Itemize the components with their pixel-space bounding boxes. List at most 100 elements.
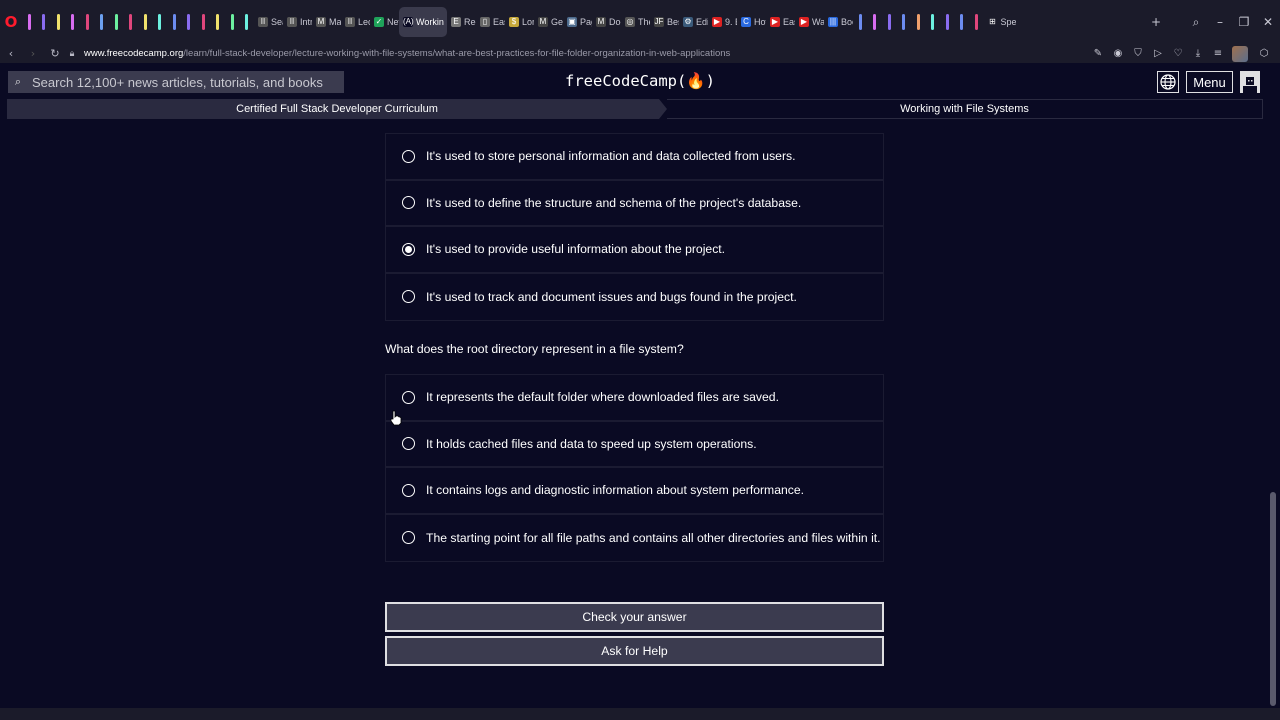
reload-icon[interactable]: ↻	[44, 47, 66, 60]
left-pinned-tab[interactable]	[240, 0, 255, 44]
pinned-tab-indicator-icon	[100, 14, 104, 30]
restore-icon[interactable]: ❐	[1232, 0, 1256, 44]
tab-favicon-icon: ⚙	[683, 17, 693, 27]
left-pinned-tab[interactable]	[153, 0, 168, 44]
right-pinned-tab[interactable]	[940, 0, 955, 44]
browser-tab[interactable]: JFBes	[650, 7, 679, 37]
extensions-icon[interactable]: ⬡	[1254, 44, 1274, 63]
answer-option[interactable]: The starting point for all file paths an…	[386, 514, 883, 561]
answer-option[interactable]: It's used to define the structure and sc…	[386, 180, 883, 227]
browser-tab[interactable]: (A) Workin	[399, 7, 447, 37]
heart-icon[interactable]: ♡	[1168, 44, 1188, 63]
play-icon[interactable]: ▷	[1148, 44, 1168, 63]
tab-label: Wa	[812, 17, 824, 27]
browser-tab[interactable]: ▯Eas	[476, 7, 505, 37]
left-pinned-tab[interactable]	[51, 0, 66, 44]
browser-tab[interactable]: ✓Nev	[370, 7, 399, 37]
browser-tab[interactable]: ⊞ Spe	[984, 7, 1015, 37]
browser-tab[interactable]: MMat	[312, 7, 341, 37]
search-input[interactable]	[32, 74, 332, 90]
radio-unchecked-icon[interactable]	[402, 437, 415, 451]
radio-unchecked-icon[interactable]	[402, 149, 415, 163]
pinned-tab-indicator-icon	[42, 14, 46, 30]
right-pinned-tab[interactable]	[969, 0, 984, 44]
profile-avatar[interactable]	[1232, 45, 1248, 62]
answer-option[interactable]: It's used to provide useful information …	[386, 227, 883, 274]
right-pinned-tab[interactable]	[882, 0, 897, 44]
breadcrumb-curriculum[interactable]: Certified Full Stack Developer Curriculu…	[7, 99, 667, 119]
scrollbar-thumb[interactable]	[1270, 492, 1276, 706]
answer-option[interactable]: It's used to store personal information …	[386, 134, 883, 181]
browser-tab[interactable]: MDoc	[592, 7, 621, 37]
left-pinned-tab[interactable]	[182, 0, 197, 44]
left-pinned-tab[interactable]	[66, 0, 81, 44]
tab-label: Eas	[493, 17, 505, 27]
new-tab-icon[interactable]: +	[1144, 0, 1168, 44]
tab-label: Get	[551, 17, 563, 27]
opera-logo-icon[interactable]: O	[0, 0, 22, 44]
ask-for-help-button[interactable]: Ask for Help	[385, 636, 884, 666]
browser-tab[interactable]: |||Boc	[824, 7, 853, 37]
left-pinned-tab[interactable]	[124, 0, 139, 44]
browser-tab[interactable]: CHov	[737, 7, 766, 37]
browser-tab[interactable]: ▶9. E	[708, 7, 737, 37]
left-pinned-tab[interactable]	[37, 0, 52, 44]
answer-option[interactable]: It contains logs and diagnostic informat…	[386, 468, 883, 515]
browser-tab[interactable]: ◎The	[621, 7, 650, 37]
left-pinned-tab[interactable]	[80, 0, 95, 44]
browser-tab[interactable]: II Intr	[283, 7, 312, 37]
answer-option[interactable]: It holds cached files and data to speed …	[386, 421, 883, 468]
answer-option[interactable]: It's used to track and document issues a…	[386, 273, 883, 320]
browser-tab[interactable]: $Lore	[505, 7, 534, 37]
tab-favicon-icon: ✓	[374, 17, 384, 27]
search-icon: ⌕	[14, 75, 22, 88]
shield-icon[interactable]: ⛉	[1128, 44, 1148, 63]
close-window-icon[interactable]: ✕	[1256, 0, 1280, 44]
right-pinned-tab[interactable]	[955, 0, 970, 44]
browser-tab[interactable]: ▶Eas	[766, 7, 795, 37]
search-bar[interactable]: ⌕	[8, 71, 344, 93]
right-pinned-tab[interactable]	[868, 0, 883, 44]
left-pinned-tab[interactable]	[138, 0, 153, 44]
check-answer-button[interactable]: Check your answer	[385, 602, 884, 632]
edit-icon[interactable]: ✎	[1088, 44, 1108, 63]
url-field[interactable]: www.freecodecamp.org/learn/full-stack-de…	[84, 48, 730, 59]
search-tabs-icon[interactable]: ⌕	[1184, 0, 1208, 44]
forward-icon[interactable]: ›	[22, 47, 44, 60]
browser-tab[interactable]: ▶ Wa	[795, 7, 824, 37]
minimize-icon[interactable]: –	[1208, 0, 1232, 44]
breadcrumb-block[interactable]: Working with File Systems	[667, 99, 1263, 119]
tab-label: The	[638, 17, 650, 27]
camera-icon[interactable]: ◉	[1108, 44, 1128, 63]
browser-tab[interactable]: ▣Pag	[563, 7, 592, 37]
left-pinned-tab[interactable]	[109, 0, 124, 44]
radio-unchecked-icon[interactable]	[402, 483, 415, 497]
radio-unchecked-icon[interactable]	[402, 290, 415, 304]
language-button[interactable]	[1157, 71, 1179, 93]
browser-tab[interactable]: IISea	[254, 7, 283, 37]
left-pinned-tab[interactable]	[196, 0, 211, 44]
left-pinned-tab[interactable]	[95, 0, 110, 44]
back-icon[interactable]: ‹	[0, 47, 22, 60]
right-pinned-tab[interactable]	[911, 0, 926, 44]
radio-unchecked-icon[interactable]	[402, 196, 415, 210]
right-pinned-tab[interactable]	[853, 0, 868, 44]
answer-option[interactable]: It represents the default folder where d…	[386, 375, 883, 422]
browser-tab[interactable]: MGet	[534, 7, 563, 37]
menu-lines-icon[interactable]: ≡	[1208, 44, 1228, 63]
left-pinned-tab[interactable]	[211, 0, 226, 44]
radio-unchecked-icon[interactable]	[402, 390, 415, 404]
user-avatar-button[interactable]	[1240, 71, 1260, 93]
left-pinned-tab[interactable]	[225, 0, 240, 44]
right-pinned-tab[interactable]	[926, 0, 941, 44]
radio-checked-icon[interactable]	[402, 242, 415, 256]
browser-tab[interactable]: ERec	[447, 7, 476, 37]
left-pinned-tab[interactable]	[167, 0, 182, 44]
radio-unchecked-icon[interactable]	[402, 531, 415, 545]
left-pinned-tab[interactable]	[22, 0, 37, 44]
right-pinned-tab[interactable]	[897, 0, 912, 44]
download-icon[interactable]: ⤓	[1188, 44, 1208, 63]
menu-button[interactable]: Menu	[1186, 71, 1233, 93]
browser-tab[interactable]: IILect	[341, 7, 370, 37]
browser-tab[interactable]: ⚙Edit	[679, 7, 708, 37]
